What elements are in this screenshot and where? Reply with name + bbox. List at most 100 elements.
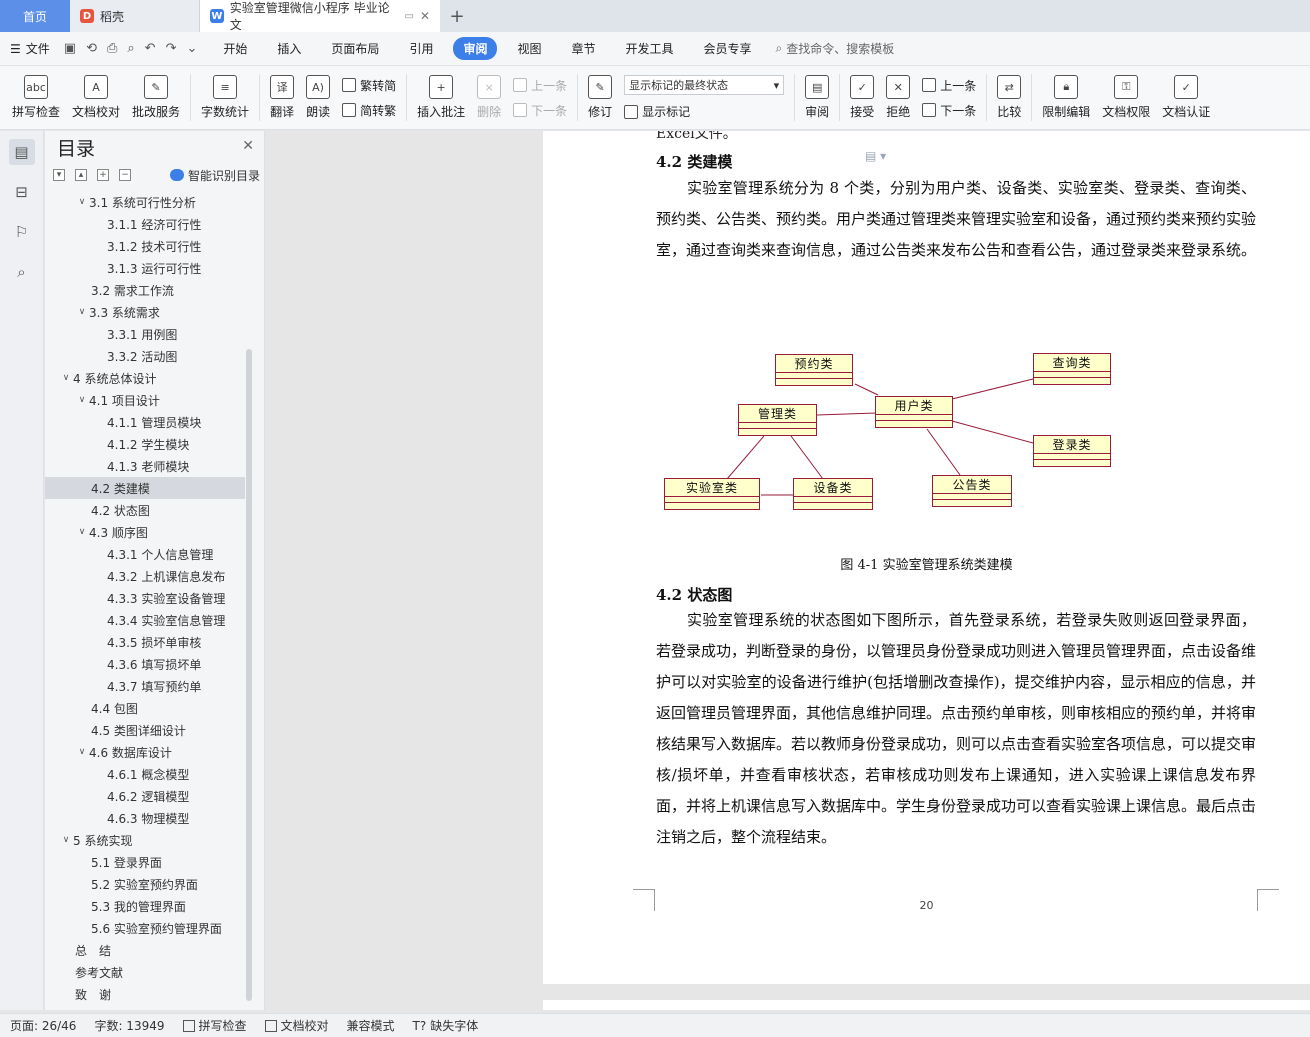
- toc-item[interactable]: 4.3.4 实验室信息管理: [45, 609, 245, 631]
- status-spell-check[interactable]: 拼写检查: [182, 1017, 247, 1034]
- plus-icon[interactable]: +: [97, 169, 109, 181]
- menu-view[interactable]: 视图: [507, 37, 551, 60]
- bookmark-icon[interactable]: ⚐: [9, 219, 35, 245]
- delete-comment-button[interactable]: × 删除: [471, 66, 507, 129]
- menu-layout[interactable]: 页面布局: [321, 37, 389, 60]
- toc-item[interactable]: 5.1 登录界面: [45, 851, 245, 873]
- toc-item[interactable]: 4.5 类图详细设计: [45, 719, 245, 741]
- translate-button[interactable]: 译翻译: [264, 66, 300, 129]
- menu-start[interactable]: 开始: [213, 37, 257, 60]
- redo-icon[interactable]: ↷: [166, 41, 177, 56]
- trad-to-simp-button[interactable]: 繁转简: [342, 77, 396, 94]
- toc-item[interactable]: 4.3.7 填写预约单: [45, 675, 245, 697]
- tab-home[interactable]: 首页: [0, 0, 70, 32]
- toc-item[interactable]: ∨ 4.6 数据库设计: [45, 741, 245, 763]
- toc-item[interactable]: ∨ 5 系统实现: [45, 829, 245, 851]
- read-aloud-button[interactable]: A) 朗读: [300, 66, 336, 129]
- chevron-down-icon[interactable]: ∨: [75, 395, 89, 405]
- toc-item[interactable]: 致 谢: [45, 983, 245, 1005]
- toc-item[interactable]: 3.1.1 经济可行性: [45, 213, 245, 235]
- chapter-nav-icon[interactable]: ⊟: [9, 179, 35, 205]
- toc-item[interactable]: 3.1.2 技术可行性: [45, 235, 245, 257]
- toc-item[interactable]: 总 结: [45, 939, 245, 961]
- toc-item[interactable]: 5.3 我的管理界面: [45, 895, 245, 917]
- file-menu[interactable]: ☰ 文件: [10, 40, 50, 57]
- toc-item[interactable]: ∨ 4.3 顺序图: [45, 521, 245, 543]
- toc-item[interactable]: 4.3.5 损坏单审核: [45, 631, 245, 653]
- toc-item[interactable]: 4.1.1 管理员模块: [45, 411, 245, 433]
- toc-item[interactable]: 3.1.3 运行可行性: [45, 257, 245, 279]
- toc-item[interactable]: ∨ 4 系统总体设计: [45, 367, 245, 389]
- more-icon[interactable]: ⌄: [186, 41, 197, 56]
- toc-item[interactable]: 5.2 实验室预约界面: [45, 873, 245, 895]
- print-icon[interactable]: ⎙: [107, 41, 117, 56]
- tab-daoke[interactable]: D 稻壳: [70, 0, 200, 32]
- prev-comment-button[interactable]: 上一条: [513, 77, 567, 94]
- menu-chapter[interactable]: 章节: [561, 37, 605, 60]
- toc-item[interactable]: 4.3.2 上机课信息发布: [45, 565, 245, 587]
- display-state-select[interactable]: 显示标记的最终状态 ▾: [624, 75, 785, 95]
- status-doc-check[interactable]: 文档校对: [264, 1017, 329, 1034]
- next-comment-button[interactable]: 下一条: [513, 102, 567, 119]
- compare-button[interactable]: ⇄ 比较: [991, 66, 1027, 129]
- chevron-down-icon[interactable]: ∨: [75, 307, 89, 317]
- toc-item[interactable]: 5.6 实验室预约管理界面: [45, 917, 245, 939]
- chevron-down-icon[interactable]: ∨: [59, 835, 73, 845]
- word-count-button[interactable]: ≡ 字数统计: [195, 66, 255, 129]
- close-icon[interactable]: ✕: [420, 9, 430, 23]
- screen-icon[interactable]: ▭: [404, 11, 413, 22]
- chevron-down-icon[interactable]: ∨: [75, 197, 89, 207]
- toc-item[interactable]: ∨ 4.1 项目设计: [45, 389, 245, 411]
- toc-item[interactable]: 4.1.3 老师模块: [45, 455, 245, 477]
- toc-item[interactable]: 4.2 类建模: [45, 477, 245, 499]
- doc-check-button[interactable]: A 文档校对: [66, 66, 126, 129]
- toc-icon[interactable]: ▤: [8, 139, 35, 165]
- format-painter-icon[interactable]: ⟲: [86, 41, 97, 56]
- review-pane-button[interactable]: ▤ 审阅: [799, 66, 835, 129]
- toc-item[interactable]: 4.6.2 逻辑模型: [45, 785, 245, 807]
- toc-item[interactable]: 参考文献: [45, 961, 245, 983]
- doc-permission-button[interactable]: ⚿ 文档权限: [1096, 66, 1156, 129]
- page-indicator[interactable]: 页面: 26/46: [10, 1017, 76, 1034]
- toc-item[interactable]: 4.6.1 概念模型: [45, 763, 245, 785]
- menu-review[interactable]: 审阅: [453, 37, 498, 60]
- toc-item[interactable]: 4.6.3 物理模型: [45, 807, 245, 829]
- toc-item[interactable]: 4.3.1 个人信息管理: [45, 543, 245, 565]
- smart-toc-button[interactable]: 智能识别目录: [169, 167, 260, 184]
- toc-scrollbar[interactable]: [246, 349, 252, 1001]
- toc-item[interactable]: 4.1.2 学生模块: [45, 433, 245, 455]
- menu-insert[interactable]: 插入: [267, 37, 311, 60]
- close-icon[interactable]: ✕: [242, 138, 254, 154]
- toc-item[interactable]: 4.2 状态图: [45, 499, 245, 521]
- word-count[interactable]: 字数: 13949: [94, 1017, 164, 1034]
- compat-mode[interactable]: 兼容模式: [347, 1017, 395, 1034]
- restrict-edit-button[interactable]: 🔒︎ 限制编辑: [1036, 66, 1096, 129]
- menu-member[interactable]: 会员专享: [694, 37, 762, 60]
- reject-button[interactable]: ✕ 拒绝: [880, 66, 916, 129]
- toc-item[interactable]: 4.3.6 填写损坏单: [45, 653, 245, 675]
- spell-check-button[interactable]: abc 拼写检查: [6, 66, 66, 129]
- toc-item[interactable]: 3.3.2 活动图: [45, 345, 245, 367]
- doc-certify-button[interactable]: ✓ 文档认证: [1156, 66, 1216, 129]
- accept-button[interactable]: ✓ 接受: [844, 66, 880, 129]
- command-search[interactable]: ⌕ 查找命令、搜索模板: [776, 40, 895, 57]
- toc-item[interactable]: 3.2 需求工作流: [45, 279, 245, 301]
- menu-devtools[interactable]: 开发工具: [616, 37, 684, 60]
- new-tab-button[interactable]: +: [440, 0, 474, 32]
- show-marks-button[interactable]: 显示标记: [624, 103, 784, 120]
- batch-service-button[interactable]: ✎ 批改服务: [126, 66, 186, 129]
- toc-item[interactable]: 4.3.3 实验室设备管理: [45, 587, 245, 609]
- revise-button[interactable]: ✎ 修订: [582, 66, 618, 129]
- save-icon[interactable]: ▣: [64, 41, 76, 56]
- undo-icon[interactable]: ↶: [145, 41, 156, 56]
- toc-item[interactable]: ∨ 3.3 系统需求: [45, 301, 245, 323]
- chevron-down-icon[interactable]: ∨: [75, 747, 89, 757]
- minus-icon[interactable]: −: [119, 169, 131, 181]
- next-revision-button[interactable]: 下一条: [922, 102, 976, 119]
- prev-revision-button[interactable]: 上一条: [922, 77, 976, 94]
- menu-reference[interactable]: 引用: [399, 37, 443, 60]
- expand-icon[interactable]: ▾: [53, 169, 65, 181]
- tab-document[interactable]: W 实验室管理微信小程序 毕业论文 ▭ ✕: [200, 0, 440, 32]
- chevron-down-icon[interactable]: ∨: [75, 527, 89, 537]
- search-icon[interactable]: ⌕: [9, 259, 35, 285]
